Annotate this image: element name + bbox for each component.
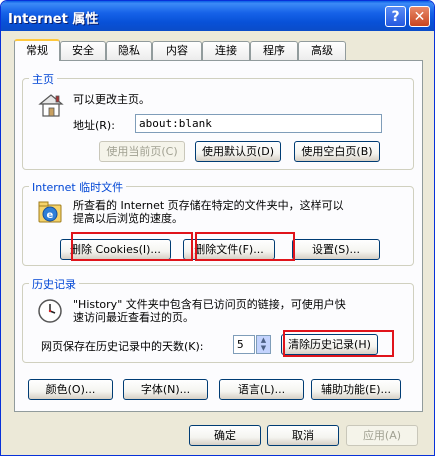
- history-days-label: 网页保存在历史记录中的天数(K):: [41, 340, 204, 353]
- tab-content[interactable]: 内容: [152, 41, 202, 60]
- homepage-group: 主页 可以更改主页。 地址(R): about:blank 使用当前页(C) 使…: [22, 71, 414, 170]
- tab-advanced[interactable]: 高级: [298, 41, 346, 60]
- ok-button[interactable]: 确定: [189, 425, 261, 446]
- tab-connections[interactable]: 连接: [202, 41, 250, 60]
- cancel-button[interactable]: 取消: [267, 425, 339, 446]
- address-input[interactable]: about:blank: [135, 114, 382, 133]
- history-days-spinner[interactable]: ▲ ▼: [256, 335, 271, 354]
- spinner-down-icon[interactable]: ▼: [257, 344, 270, 352]
- accessibility-button[interactable]: 辅助功能(E)...: [311, 379, 401, 400]
- use-blank-button[interactable]: 使用空白页(B): [294, 141, 380, 162]
- address-label: 地址(R):: [73, 119, 115, 132]
- languages-button[interactable]: 语言(L)...: [219, 379, 304, 400]
- fonts-button[interactable]: 字体(N)...: [123, 379, 208, 400]
- highlight-delete-cookies: [71, 232, 193, 261]
- homepage-description: 可以更改主页。: [73, 93, 150, 106]
- highlight-clear-history: [283, 330, 394, 357]
- internet-options-window: Internet 属性 ? ✕ 常规 安全 隐私 内容 连接 程序 高级 主页 …: [0, 0, 435, 456]
- help-button[interactable]: ?: [385, 6, 406, 27]
- help-icon: ?: [391, 8, 400, 25]
- svg-text:e: e: [47, 210, 54, 221]
- close-icon: ✕: [413, 8, 426, 25]
- history-description-line2: 速访问最近查看过的页。: [73, 311, 194, 324]
- temp-files-icon: e: [38, 201, 62, 223]
- settings-button[interactable]: 设置(S)...: [292, 239, 380, 260]
- temp-files-group-title: Internet 临时文件: [29, 179, 127, 195]
- colors-button[interactable]: 颜色(O)...: [28, 379, 113, 400]
- temp-files-description-line2: 提高以后浏览的速度。: [73, 212, 183, 225]
- title-bar[interactable]: Internet 属性 ? ✕: [1, 1, 434, 31]
- highlight-delete-files: [195, 232, 295, 261]
- tab-privacy[interactable]: 隐私: [106, 41, 152, 60]
- history-group-title: 历史记录: [29, 276, 79, 292]
- history-clock-icon: [38, 299, 62, 323]
- tab-general[interactable]: 常规: [14, 39, 60, 61]
- history-days-input[interactable]: 5: [233, 335, 255, 354]
- homepage-group-title: 主页: [29, 71, 57, 87]
- tab-security[interactable]: 安全: [60, 41, 106, 60]
- use-default-button[interactable]: 使用默认页(D): [195, 141, 281, 162]
- use-current-button[interactable]: 使用当前页(C): [99, 141, 185, 162]
- window-title: Internet 属性: [8, 12, 99, 27]
- close-button[interactable]: ✕: [409, 6, 430, 27]
- apply-button[interactable]: 应用(A): [346, 425, 418, 446]
- home-icon: [38, 94, 64, 117]
- spinner-up-icon[interactable]: ▲: [257, 336, 270, 344]
- tab-programs[interactable]: 程序: [250, 41, 298, 60]
